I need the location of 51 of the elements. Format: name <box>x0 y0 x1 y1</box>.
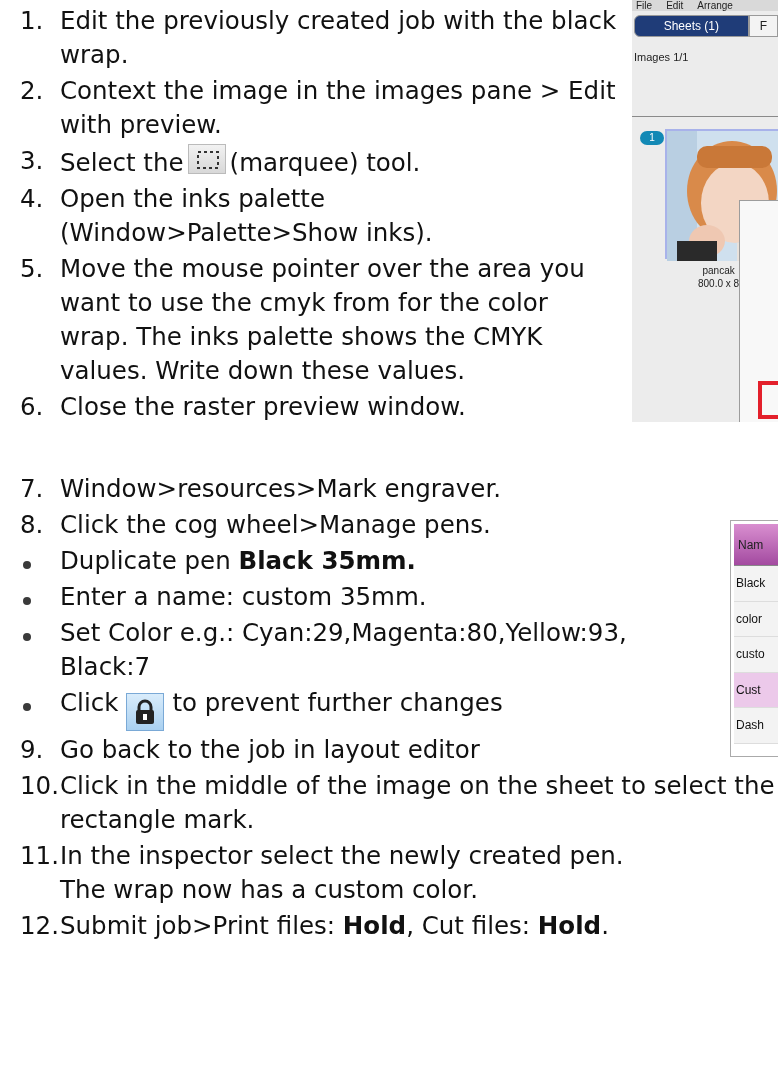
step-number: 7. <box>20 474 44 503</box>
step-number: 6. <box>20 392 44 421</box>
table-row[interactable]: Black <box>734 566 778 602</box>
step-text: (Window>Palette>Show inks). <box>60 217 434 249</box>
count-badge: 1 <box>640 131 664 145</box>
step-number: 9. <box>20 735 44 764</box>
step-number: 8. <box>20 510 44 539</box>
menu-item[interactable]: File <box>636 0 653 11</box>
step-text: Click <box>60 688 119 717</box>
step-text: Select the <box>60 148 184 177</box>
table-row[interactable]: custo <box>734 637 778 673</box>
step-text: Click in the middle of the image on the sheet to select the rectangle mark. <box>60 770 776 836</box>
step-text: to prevent further changes <box>172 688 503 717</box>
step-text: Close the raster preview window. <box>60 391 467 423</box>
step-number: 10. <box>20 771 59 800</box>
step-number: 4. <box>20 184 44 213</box>
step-number: 5. <box>20 254 44 283</box>
step-text: Go back to the job in layout editor <box>60 734 481 766</box>
step-number: 2. <box>20 76 44 105</box>
step-text: (marquee) tool. <box>229 148 421 177</box>
bullet-icon <box>23 561 31 569</box>
tab[interactable]: Sheets (1) <box>634 15 749 37</box>
step-text: In the inspector select the newly created pen. <box>60 840 625 872</box>
bullet-icon <box>23 597 31 605</box>
step-text: Window>resources>Mark engraver. <box>60 473 502 505</box>
menu-item[interactable]: Arrange <box>697 0 733 11</box>
lock-icon[interactable] <box>126 693 165 731</box>
tab[interactable]: F <box>748 15 778 37</box>
step-number: 11. <box>20 841 59 870</box>
table-row[interactable]: Dash <box>734 708 778 744</box>
step-text: Submit job>Print files: Hold, Cut files: Hold. <box>60 910 610 942</box>
step-text: Edit the previously created job with the black wrap. <box>60 5 618 71</box>
step-text: Enter a name: custom 35mm. <box>60 581 428 613</box>
marquee-icon <box>187 144 226 174</box>
step-text: Context the image in the images pane > Edit with preview. <box>60 75 617 141</box>
menu-item[interactable]: Edit <box>666 0 684 11</box>
step-text: The wrap now has a custom color. <box>60 874 479 906</box>
step-text: Click the cog wheel>Manage pens. <box>60 509 492 541</box>
step-text: Duplicate pen Black 35mm. <box>60 545 417 577</box>
bullet-icon <box>23 703 31 711</box>
bullet-icon <box>23 633 31 641</box>
column-header: Nam <box>734 524 778 566</box>
image-caption: pancak 800.0 x 8 <box>698 264 740 290</box>
step-number: 12. <box>20 911 59 940</box>
images-count: Images 1/1 <box>633 50 690 64</box>
step-text: Move the mouse pointer over the area you want to use the cmyk from for the color wrap. The inks palette shows the CMYK values. Write down these values. <box>60 253 586 387</box>
table-row[interactable]: color <box>734 601 778 637</box>
step-text: Open the inks palette <box>60 183 327 215</box>
step-number: 1. <box>20 6 44 35</box>
table-row[interactable]: Cust <box>734 672 778 708</box>
step-number: 3. <box>20 146 44 175</box>
